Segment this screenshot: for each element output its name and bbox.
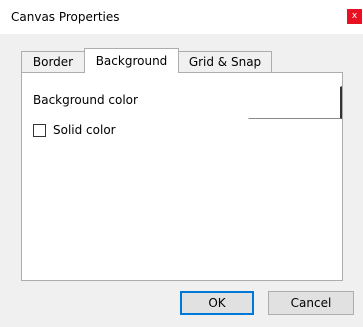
- background-color-button[interactable]: [248, 86, 342, 119]
- ok-button[interactable]: OK: [180, 291, 254, 315]
- tab-background[interactable]: Background: [84, 48, 179, 73]
- tab-label: Border: [32, 55, 74, 69]
- close-button[interactable]: x: [347, 9, 362, 24]
- solid-color-checkbox[interactable]: [33, 124, 46, 137]
- background-color-label: Background color: [33, 93, 138, 107]
- close-icon: x: [351, 11, 358, 21]
- cancel-button[interactable]: Cancel: [268, 291, 354, 315]
- tab-grid-snap[interactable]: Grid & Snap: [178, 51, 272, 72]
- title-bar: Canvas Properties x: [0, 0, 363, 34]
- tab-border[interactable]: Border: [21, 51, 85, 72]
- solid-color-label: Solid color: [53, 123, 116, 137]
- window-title: Canvas Properties: [11, 10, 120, 24]
- background-tab-panel: Background color Solid color: [21, 72, 343, 281]
- tab-label: Background: [95, 54, 168, 68]
- cancel-button-label: Cancel: [290, 296, 332, 310]
- ok-button-label: OK: [208, 296, 226, 310]
- tab-label: Grid & Snap: [188, 55, 262, 69]
